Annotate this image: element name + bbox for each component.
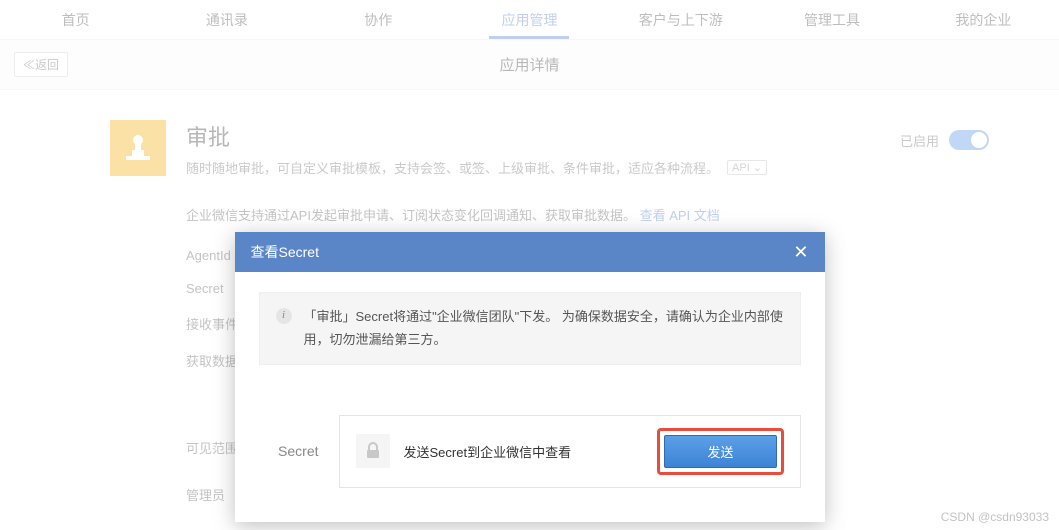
lock-icon bbox=[356, 434, 390, 468]
secret-row: Secret 发送Secret到企业微信中查看 发送 bbox=[259, 415, 801, 488]
close-icon[interactable]: ✕ bbox=[793, 243, 808, 261]
modal-body: i 「审批」Secret将通过"企业微信团队"下发。 为确保数据安全，请确认为企… bbox=[235, 272, 825, 522]
secret-box: 发送Secret到企业微信中查看 发送 bbox=[339, 415, 801, 488]
secret-text: 发送Secret到企业微信中查看 bbox=[404, 442, 644, 461]
modal-header: 查看Secret ✕ bbox=[235, 232, 825, 272]
send-button[interactable]: 发送 bbox=[664, 435, 776, 468]
secret-label: Secret bbox=[259, 443, 319, 459]
info-tip-text: 「审批」Secret将通过"企业微信团队"下发。 为确保数据安全，请确认为企业内… bbox=[304, 305, 784, 352]
watermark: CSDN @csdn93033 bbox=[941, 510, 1049, 524]
info-icon: i bbox=[276, 308, 292, 324]
modal-title: 查看Secret bbox=[251, 242, 319, 262]
info-tip: i 「审批」Secret将通过"企业微信团队"下发。 为确保数据安全，请确认为企… bbox=[259, 292, 801, 365]
secret-modal: 查看Secret ✕ i 「审批」Secret将通过"企业微信团队"下发。 为确… bbox=[235, 232, 825, 522]
send-highlight: 发送 bbox=[657, 428, 783, 475]
modal-overlay: 查看Secret ✕ i 「审批」Secret将通过"企业微信团队"下发。 为确… bbox=[0, 0, 1059, 530]
